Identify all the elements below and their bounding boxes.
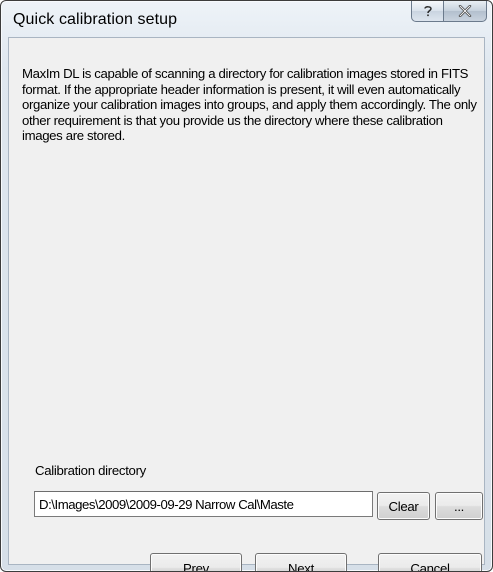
cancel-button[interactable]: Cancel xyxy=(378,553,482,571)
browse-button[interactable]: ... xyxy=(435,492,483,520)
dialog-window: Quick calibration setup MaxIm DL is capa… xyxy=(0,0,493,572)
dialog-client-area: MaxIm DL is capable of scanning a direct… xyxy=(8,37,485,571)
help-button[interactable] xyxy=(411,1,443,22)
description-text: MaxIm DL is capable of scanning a direct… xyxy=(22,66,477,144)
close-x-icon xyxy=(458,5,472,17)
title-bar[interactable]: Quick calibration setup xyxy=(1,1,492,37)
next-button[interactable]: Next xyxy=(255,553,347,571)
window-title: Quick calibration setup xyxy=(13,11,178,28)
calibration-directory-input[interactable] xyxy=(34,491,373,517)
question-mark-icon xyxy=(421,4,435,18)
calibration-directory-label: Calibration directory xyxy=(35,463,146,478)
caption-buttons xyxy=(411,1,487,22)
prev-button[interactable]: Prev xyxy=(150,553,242,571)
clear-button[interactable]: Clear xyxy=(377,492,430,520)
close-button[interactable] xyxy=(443,1,487,22)
